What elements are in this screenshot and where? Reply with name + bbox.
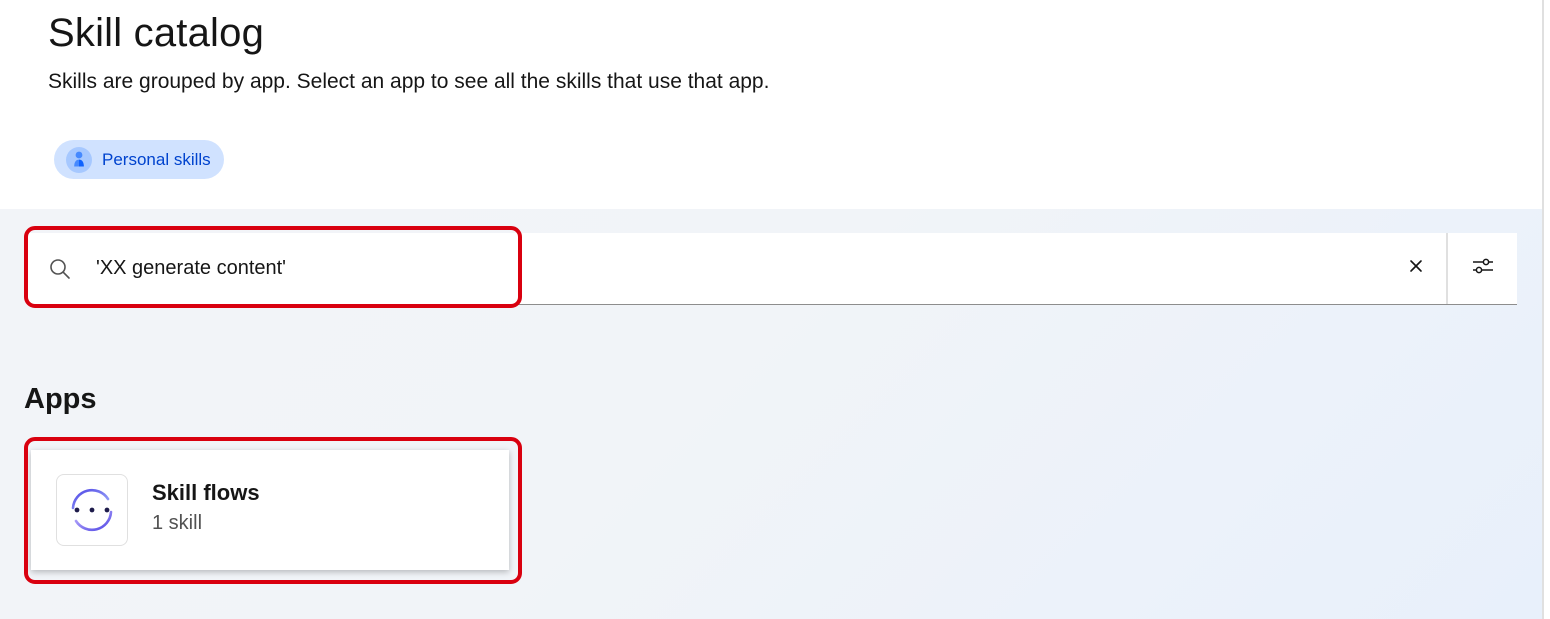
apps-section-title: Apps: [24, 383, 97, 415]
person-icon: [66, 146, 92, 173]
scrollbar-edge: [1542, 0, 1550, 619]
sliders-icon: [1471, 254, 1495, 283]
page-title: Skill catalog: [48, 11, 265, 55]
app-name: Skill flows: [152, 480, 260, 505]
tag-label: Personal skills: [102, 149, 211, 169]
app-card-skill-flows[interactable]: Skill flows 1 skill: [31, 450, 509, 570]
close-icon: [1408, 258, 1424, 279]
search-bar: [28, 233, 1517, 305]
page: Skill catalog Skills are grouped by app.…: [0, 0, 1550, 619]
skill-flows-icon: [56, 474, 128, 546]
page-subtitle: Skills are grouped by app. Select an app…: [48, 70, 770, 93]
personal-skills-tag[interactable]: Personal skills: [54, 140, 224, 179]
search-input[interactable]: [88, 233, 1388, 304]
search-icon: [48, 257, 72, 281]
filter-button[interactable]: [1446, 233, 1517, 304]
main-content: Apps: [0, 209, 1542, 619]
clear-search-button[interactable]: [1388, 233, 1444, 304]
page-header: Skill catalog Skills are grouped by app.…: [0, 0, 1542, 209]
app-skill-count: 1 skill: [152, 512, 203, 534]
